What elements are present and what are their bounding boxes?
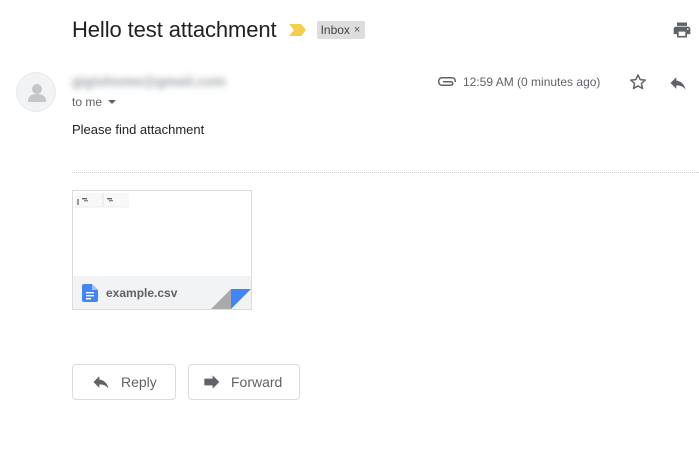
docs-file-icon bbox=[82, 284, 98, 302]
star-icon bbox=[630, 74, 646, 90]
attachment-filename: example.csv bbox=[106, 286, 178, 300]
recipient-text: to me bbox=[72, 95, 103, 109]
label-chip-text: Inbox bbox=[320, 23, 350, 37]
print-button[interactable] bbox=[672, 20, 692, 40]
reply-button[interactable]: Reply bbox=[72, 364, 176, 400]
attachments-divider bbox=[72, 172, 699, 173]
default-avatar-icon bbox=[28, 84, 46, 102]
subject-row: Hello test attachment Inbox × bbox=[72, 14, 366, 46]
message-body: Please find attachment bbox=[72, 122, 205, 137]
reply-icon-button[interactable] bbox=[668, 73, 688, 93]
reply-icon bbox=[93, 376, 109, 389]
star-button[interactable] bbox=[628, 72, 648, 92]
paperclip-icon bbox=[438, 77, 456, 86]
page-fold-corner bbox=[211, 289, 251, 309]
forward-icon bbox=[204, 375, 220, 389]
sender-address[interactable]: gigiohome@gmail.com bbox=[72, 73, 226, 89]
importance-marker-icon[interactable] bbox=[288, 23, 307, 37]
forward-button-label: Forward bbox=[231, 374, 283, 390]
attachment-thumbnail bbox=[73, 191, 251, 276]
print-icon bbox=[673, 22, 691, 38]
forward-button[interactable]: Forward bbox=[188, 364, 300, 400]
email-subject: Hello test attachment bbox=[72, 17, 277, 42]
message-meta: 12:59 AM (0 minutes ago) bbox=[437, 73, 600, 91]
remove-label-icon[interactable]: × bbox=[354, 24, 360, 36]
chevron-down-icon bbox=[108, 100, 117, 104]
recipient-details-toggle[interactable]: to me bbox=[72, 95, 117, 109]
reply-button-label: Reply bbox=[121, 374, 157, 390]
sender-avatar[interactable] bbox=[16, 72, 56, 112]
attachment-card[interactable]: example.csv bbox=[72, 190, 252, 310]
inbox-label-chip: Inbox × bbox=[316, 21, 366, 39]
message-time: 12:59 AM (0 minutes ago) bbox=[463, 75, 601, 89]
reply-icon bbox=[670, 77, 686, 90]
